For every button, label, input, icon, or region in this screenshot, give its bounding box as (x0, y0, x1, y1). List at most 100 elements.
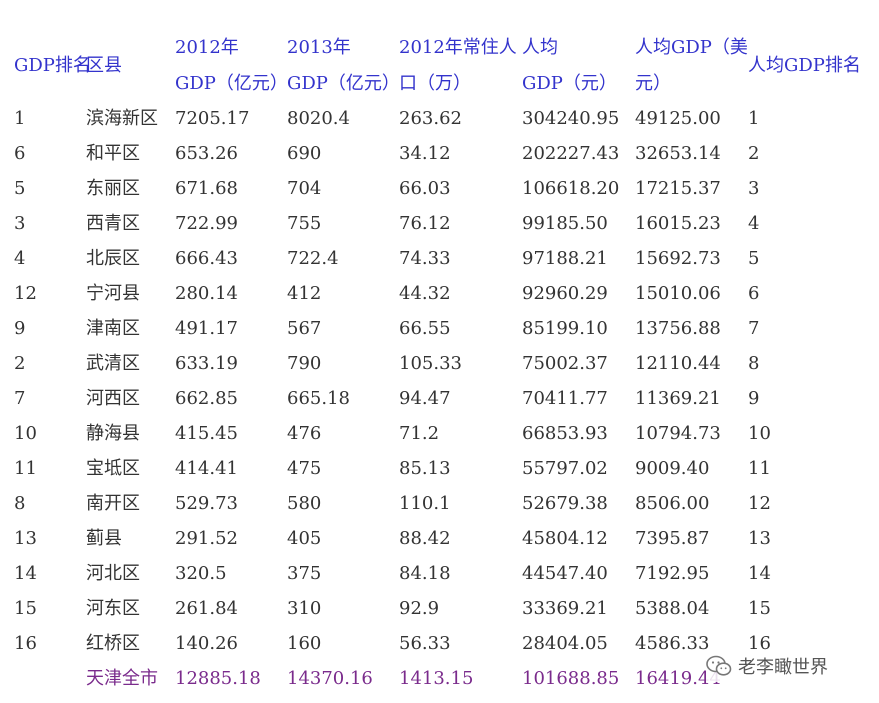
cell-gdp2012: 414.41 (175, 458, 238, 479)
cell-per-capita-usd: 5388.04 (635, 598, 710, 619)
cell-gdp2013: 405 (287, 528, 322, 549)
cell-population: 263.62 (399, 108, 462, 129)
cell-gdp-rank: 2 (14, 353, 26, 374)
cell-per-capita-usd: 49125.00 (635, 108, 721, 129)
cell-district: 武清区 (86, 353, 140, 374)
cell-per-capita-cny: 304240.95 (522, 108, 620, 129)
cell-per-capita-usd: 10794.73 (635, 423, 721, 444)
cell-per-capita-usd: 32653.14 (635, 143, 721, 164)
header-population-line1: 2012年常住人 (399, 37, 517, 58)
table-row: 11 宝坻区 414.41 475 85.13 55797.02 9009.40 11 (0, 451, 879, 486)
total-district: 天津全市 (86, 668, 158, 689)
header-per-capita-usd-line1: 人均GDP（美 (635, 37, 748, 58)
cell-gdp2012: 491.17 (175, 318, 238, 339)
cell-population: 85.13 (399, 458, 451, 479)
table-row: 9 津南区 491.17 567 66.55 85199.10 13756.88 7 (0, 311, 879, 346)
cell-gdp-rank: 4 (14, 248, 26, 269)
cell-per-capita-usd: 15692.73 (635, 248, 721, 269)
watermark: 老李瞰世界 (706, 650, 834, 682)
cell-gdp2012: 662.85 (175, 388, 238, 409)
cell-per-capita-rank: 13 (748, 528, 771, 549)
total-gdp2012: 12885.18 (175, 668, 261, 689)
cell-per-capita-usd: 12110.44 (635, 353, 721, 374)
total-per-capita-cny: 101688.85 (522, 668, 620, 689)
cell-per-capita-cny: 28404.05 (522, 633, 608, 654)
cell-gdp2012: 280.14 (175, 283, 238, 304)
cell-per-capita-rank: 5 (748, 248, 760, 269)
cell-per-capita-cny: 70411.77 (522, 388, 608, 409)
header-gdp2013-line1: 2013年 (287, 37, 351, 58)
cell-gdp-rank: 5 (14, 178, 26, 199)
cell-per-capita-cny: 55797.02 (522, 458, 608, 479)
cell-gdp2013: 8020.4 (287, 108, 350, 129)
header-per-capita-rank: 人均GDP排名 (748, 55, 861, 76)
table-row: 10 静海县 415.45 476 71.2 66853.93 10794.73 10 (0, 416, 879, 451)
cell-district: 宁河县 (86, 283, 140, 304)
cell-district: 东丽区 (86, 178, 140, 199)
cell-gdp-rank: 11 (14, 458, 37, 479)
cell-gdp-rank: 13 (14, 528, 37, 549)
cell-population: 84.18 (399, 563, 451, 584)
cell-gdp2012: 722.99 (175, 213, 238, 234)
cell-per-capita-cny: 33369.21 (522, 598, 608, 619)
table-row: 5 东丽区 671.68 704 66.03 106618.20 17215.37 3 (0, 171, 879, 206)
cell-population: 66.55 (399, 318, 451, 339)
cell-gdp-rank: 9 (14, 318, 26, 339)
header-district: 区县 (86, 55, 122, 76)
cell-population: 71.2 (399, 423, 440, 444)
cell-per-capita-cny: 99185.50 (522, 213, 608, 234)
cell-per-capita-rank: 8 (748, 353, 760, 374)
table-row: 4 北辰区 666.43 722.4 74.33 97188.21 15692.73 5 (0, 241, 879, 276)
header-gdp2013-line2: GDP（亿元） (287, 73, 400, 94)
cell-per-capita-rank: 14 (748, 563, 771, 584)
cell-per-capita-rank: 10 (748, 423, 771, 444)
cell-per-capita-usd: 8506.00 (635, 493, 710, 514)
cell-gdp-rank: 14 (14, 563, 37, 584)
cell-per-capita-cny: 52679.38 (522, 493, 608, 514)
header-gdp2012-line1: 2012年 (175, 37, 239, 58)
cell-per-capita-rank: 12 (748, 493, 771, 514)
cell-gdp-rank: 15 (14, 598, 37, 619)
cell-gdp-rank: 6 (14, 143, 26, 164)
cell-district: 南开区 (86, 493, 140, 514)
cell-gdp-rank: 16 (14, 633, 37, 654)
cell-per-capita-cny: 92960.29 (522, 283, 608, 304)
cell-gdp-rank: 1 (14, 108, 26, 129)
cell-per-capita-rank: 6 (748, 283, 760, 304)
cell-per-capita-cny: 85199.10 (522, 318, 608, 339)
cell-gdp2013: 375 (287, 563, 322, 584)
cell-gdp2012: 633.19 (175, 353, 238, 374)
cell-district: 河东区 (86, 598, 140, 619)
table-row: 15 河东区 261.84 310 92.9 33369.21 5388.04 15 (0, 591, 879, 626)
cell-gdp2013: 160 (287, 633, 322, 654)
total-population: 1413.15 (399, 668, 474, 689)
cell-population: 76.12 (399, 213, 451, 234)
cell-population: 94.47 (399, 388, 451, 409)
cell-per-capita-usd: 11369.21 (635, 388, 721, 409)
cell-gdp-rank: 8 (14, 493, 26, 514)
cell-district: 河北区 (86, 563, 140, 584)
table-row: 8 南开区 529.73 580 110.1 52679.38 8506.00 12 (0, 486, 879, 521)
cell-district: 静海县 (86, 423, 140, 444)
header-per-capita-cny-line1: 人均 (522, 37, 558, 58)
cell-per-capita-usd: 17215.37 (635, 178, 721, 199)
total-gdp2013: 14370.16 (287, 668, 373, 689)
cell-per-capita-usd: 7192.95 (635, 563, 710, 584)
cell-per-capita-cny: 44547.40 (522, 563, 608, 584)
cell-per-capita-rank: 9 (748, 388, 760, 409)
header-per-capita-usd-line2: 元） (635, 73, 671, 94)
table-row: 14 河北区 320.5 375 84.18 44547.40 7192.95 14 (0, 556, 879, 591)
cell-population: 110.1 (399, 493, 451, 514)
cell-per-capita-usd: 9009.40 (635, 458, 710, 479)
cell-gdp2012: 320.5 (175, 563, 227, 584)
header-population-line2: 口（万） (399, 73, 471, 94)
header-gdp-rank: GDP排名 (14, 55, 91, 76)
cell-population: 34.12 (399, 143, 451, 164)
cell-population: 92.9 (399, 598, 440, 619)
cell-per-capita-cny: 202227.43 (522, 143, 620, 164)
table-row: 2 武清区 633.19 790 105.33 75002.37 12110.44 8 (0, 346, 879, 381)
cell-per-capita-cny: 106618.20 (522, 178, 620, 199)
cell-gdp2013: 475 (287, 458, 322, 479)
cell-per-capita-rank: 2 (748, 143, 760, 164)
cell-gdp2013: 567 (287, 318, 322, 339)
